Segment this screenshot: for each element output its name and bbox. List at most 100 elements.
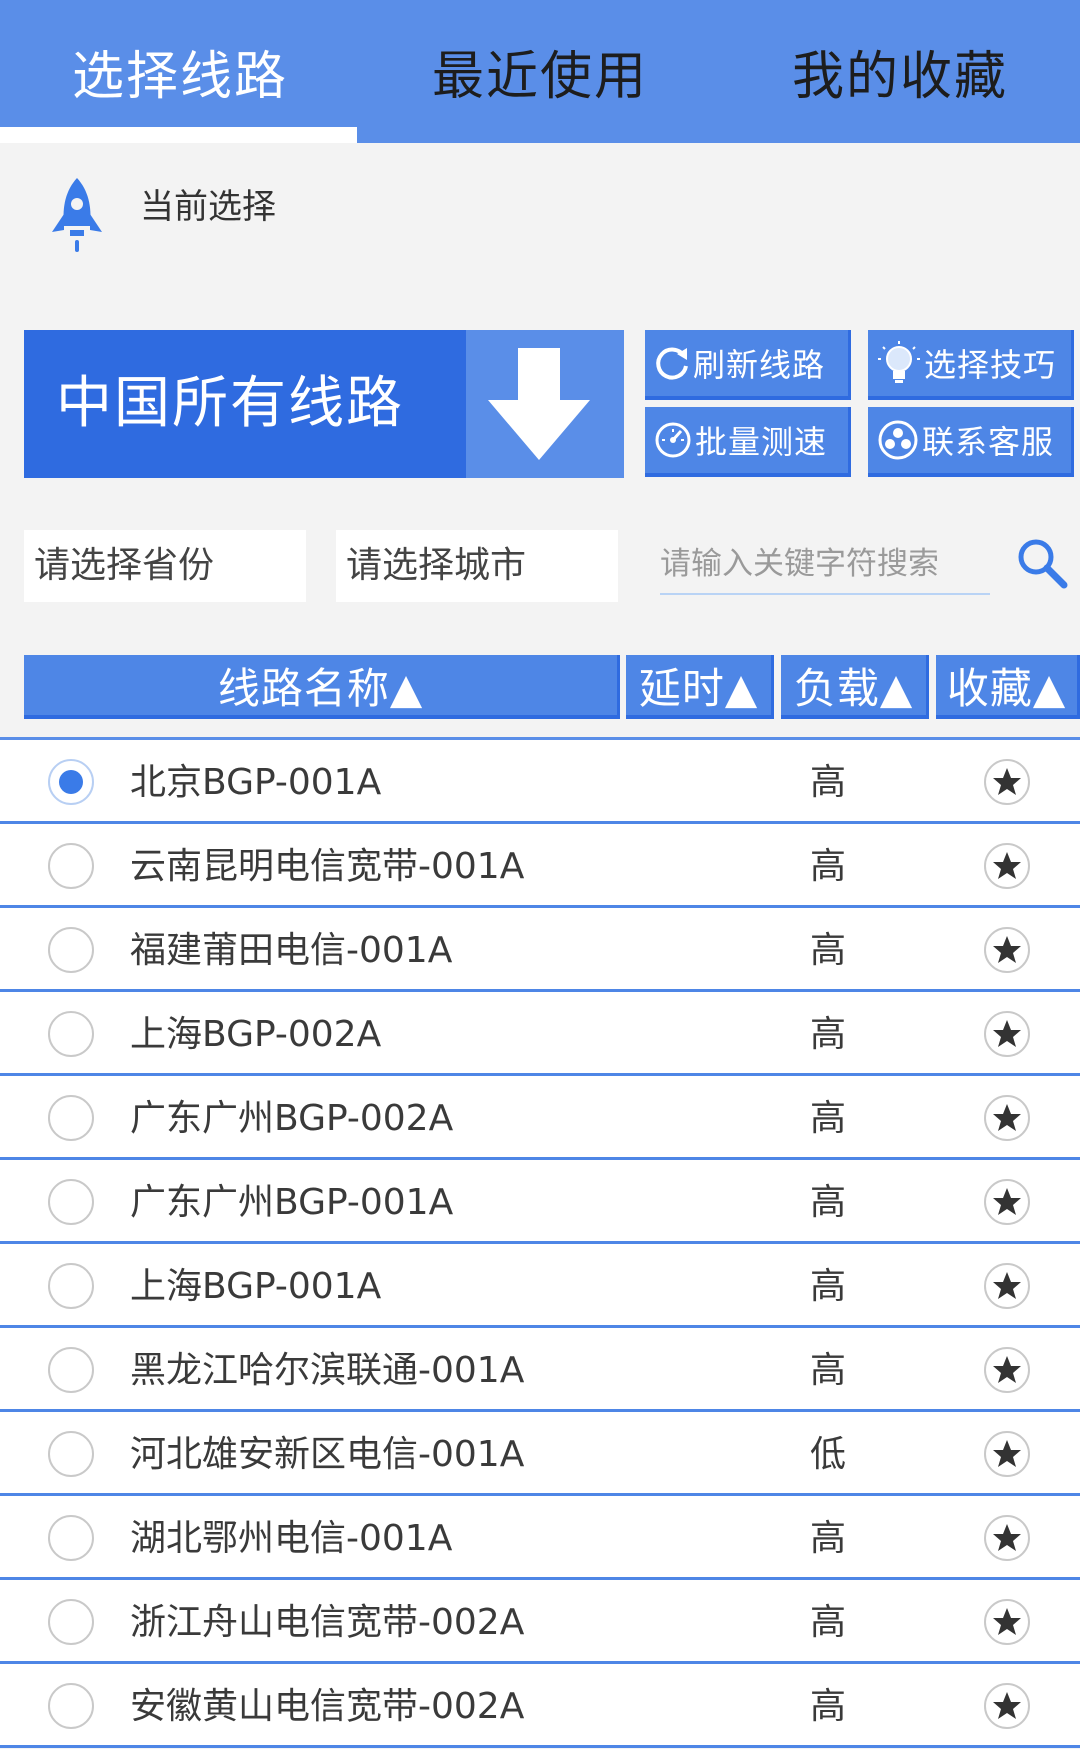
rocket-icon <box>52 178 102 252</box>
row-radio[interactable] <box>48 927 94 973</box>
tab-label: 最近使用 <box>431 47 648 107</box>
line-load: 高 <box>809 930 846 971</box>
star-icon[interactable] <box>982 1009 1032 1059</box>
line-name: 上海BGP-002A <box>130 1014 382 1055</box>
table-row[interactable]: 广东广州BGP-001A 高 <box>0 1160 1080 1244</box>
line-load: 高 <box>809 1014 846 1055</box>
table-row[interactable]: 湖北鄂州电信-001A 高 <box>0 1496 1080 1580</box>
header-label: 收藏▲ <box>946 663 1067 713</box>
star-icon[interactable] <box>982 1345 1032 1395</box>
table-row[interactable]: 福建莆田电信-001A 高 <box>0 908 1080 992</box>
line-name: 上海BGP-001A <box>130 1266 382 1307</box>
province-select[interactable]: 请选择省份 <box>24 530 306 602</box>
active-tab-indicator <box>0 127 357 143</box>
star-icon[interactable] <box>982 1429 1032 1479</box>
row-radio[interactable] <box>48 1515 94 1561</box>
line-load: 高 <box>809 846 846 887</box>
line-name: 广东广州BGP-002A <box>130 1098 454 1139</box>
table-row[interactable]: 云南昆明电信宽带-001A 高 <box>0 824 1080 908</box>
row-radio[interactable] <box>48 1263 94 1309</box>
row-radio[interactable] <box>48 1179 94 1225</box>
line-name: 北京BGP-001A <box>130 762 382 803</box>
table-row[interactable]: 浙江舟山电信宽带-002A 高 <box>0 1580 1080 1664</box>
header-line-name[interactable]: 线路名称▲ <box>24 655 620 719</box>
tab-select-line[interactable]: 选择线路 <box>0 0 360 143</box>
star-icon[interactable] <box>982 1093 1032 1143</box>
table-row[interactable]: 河北雄安新区电信-001A 低 <box>0 1412 1080 1496</box>
row-radio[interactable] <box>48 1095 94 1141</box>
line-load: 高 <box>809 1098 846 1139</box>
region-select-arrow-area <box>466 330 616 478</box>
lightbulb-icon <box>878 341 920 383</box>
city-select-placeholder: 请选择城市 <box>346 545 527 586</box>
tab-bar: 选择线路 最近使用 我的收藏 <box>0 0 1080 143</box>
line-name: 河北雄安新区电信-001A <box>130 1434 525 1475</box>
speedometer-icon <box>655 422 691 458</box>
table-row[interactable]: 广东广州BGP-002A 高 <box>0 1076 1080 1160</box>
batch-speed-test-button[interactable]: 批量测速 <box>645 407 851 477</box>
line-load: 低 <box>809 1434 846 1475</box>
current-selection: 当前选择 <box>0 143 1080 293</box>
table-row[interactable]: 上海BGP-001A 高 <box>0 1244 1080 1328</box>
table-row[interactable]: 安徽黄山电信宽带-002A 高 <box>0 1664 1080 1748</box>
arrow-down-icon <box>488 348 590 460</box>
search-icon[interactable] <box>1014 535 1070 591</box>
header-label: 负载▲ <box>793 663 914 713</box>
batch-speed-test-label: 批量测速 <box>695 423 828 461</box>
table-row[interactable]: 北京BGP-001A 高 <box>0 740 1080 824</box>
line-name: 浙江舟山电信宽带-002A <box>130 1602 525 1643</box>
province-select-placeholder: 请选择省份 <box>34 545 215 586</box>
line-name: 广东广州BGP-001A <box>130 1182 454 1223</box>
header-favorite[interactable]: 收藏▲ <box>936 655 1080 719</box>
refresh-icon <box>656 347 688 380</box>
star-icon[interactable] <box>982 1261 1032 1311</box>
search-input[interactable] <box>660 535 990 595</box>
star-icon[interactable] <box>982 1597 1032 1647</box>
star-icon[interactable] <box>982 1513 1032 1563</box>
header-label: 延时▲ <box>638 663 759 713</box>
row-radio[interactable] <box>48 1431 94 1477</box>
row-radio[interactable] <box>48 759 94 805</box>
selection-tips-button[interactable]: 选择技巧 <box>868 330 1074 400</box>
header-load[interactable]: 负载▲ <box>781 655 929 719</box>
refresh-lines-button[interactable]: 刷新线路 <box>645 330 851 400</box>
row-radio[interactable] <box>48 1347 94 1393</box>
tab-label: 选择线路 <box>71 47 288 107</box>
region-select[interactable]: 中国所有线路 <box>24 330 624 478</box>
table-row[interactable]: 黑龙江哈尔滨联通-001A 高 <box>0 1328 1080 1412</box>
tab-recent[interactable]: 最近使用 <box>360 0 720 143</box>
selection-tips-label: 选择技巧 <box>924 346 1057 384</box>
line-load: 高 <box>809 1686 846 1727</box>
contact-support-label: 联系客服 <box>922 423 1055 461</box>
line-load: 高 <box>809 762 846 803</box>
line-name: 云南昆明电信宽带-001A <box>130 846 525 887</box>
row-radio[interactable] <box>48 843 94 889</box>
line-load: 高 <box>809 1602 846 1643</box>
support-icon <box>878 420 918 460</box>
line-name: 黑龙江哈尔滨联通-001A <box>130 1350 525 1391</box>
header-latency[interactable]: 延时▲ <box>626 655 774 719</box>
header-label: 线路名称▲ <box>217 663 424 713</box>
line-load: 高 <box>809 1350 846 1391</box>
star-icon[interactable] <box>982 925 1032 975</box>
line-name: 安徽黄山电信宽带-002A <box>130 1686 525 1727</box>
tab-label: 我的收藏 <box>791 47 1008 107</box>
line-load: 高 <box>809 1266 846 1307</box>
star-icon[interactable] <box>982 841 1032 891</box>
star-icon[interactable] <box>982 1681 1032 1731</box>
tab-favorites[interactable]: 我的收藏 <box>720 0 1080 143</box>
row-radio[interactable] <box>48 1011 94 1057</box>
table-row[interactable]: 上海BGP-002A 高 <box>0 992 1080 1076</box>
row-radio[interactable] <box>48 1683 94 1729</box>
region-select-label: 中国所有线路 <box>56 371 404 436</box>
line-name: 福建莆田电信-001A <box>130 930 453 971</box>
refresh-lines-label: 刷新线路 <box>693 346 826 384</box>
current-selection-label: 当前选择 <box>140 187 276 227</box>
line-load: 高 <box>809 1518 846 1559</box>
star-icon[interactable] <box>982 1177 1032 1227</box>
line-load: 高 <box>809 1182 846 1223</box>
star-icon[interactable] <box>982 757 1032 807</box>
city-select[interactable]: 请选择城市 <box>336 530 618 602</box>
contact-support-button[interactable]: 联系客服 <box>868 407 1074 477</box>
row-radio[interactable] <box>48 1599 94 1645</box>
